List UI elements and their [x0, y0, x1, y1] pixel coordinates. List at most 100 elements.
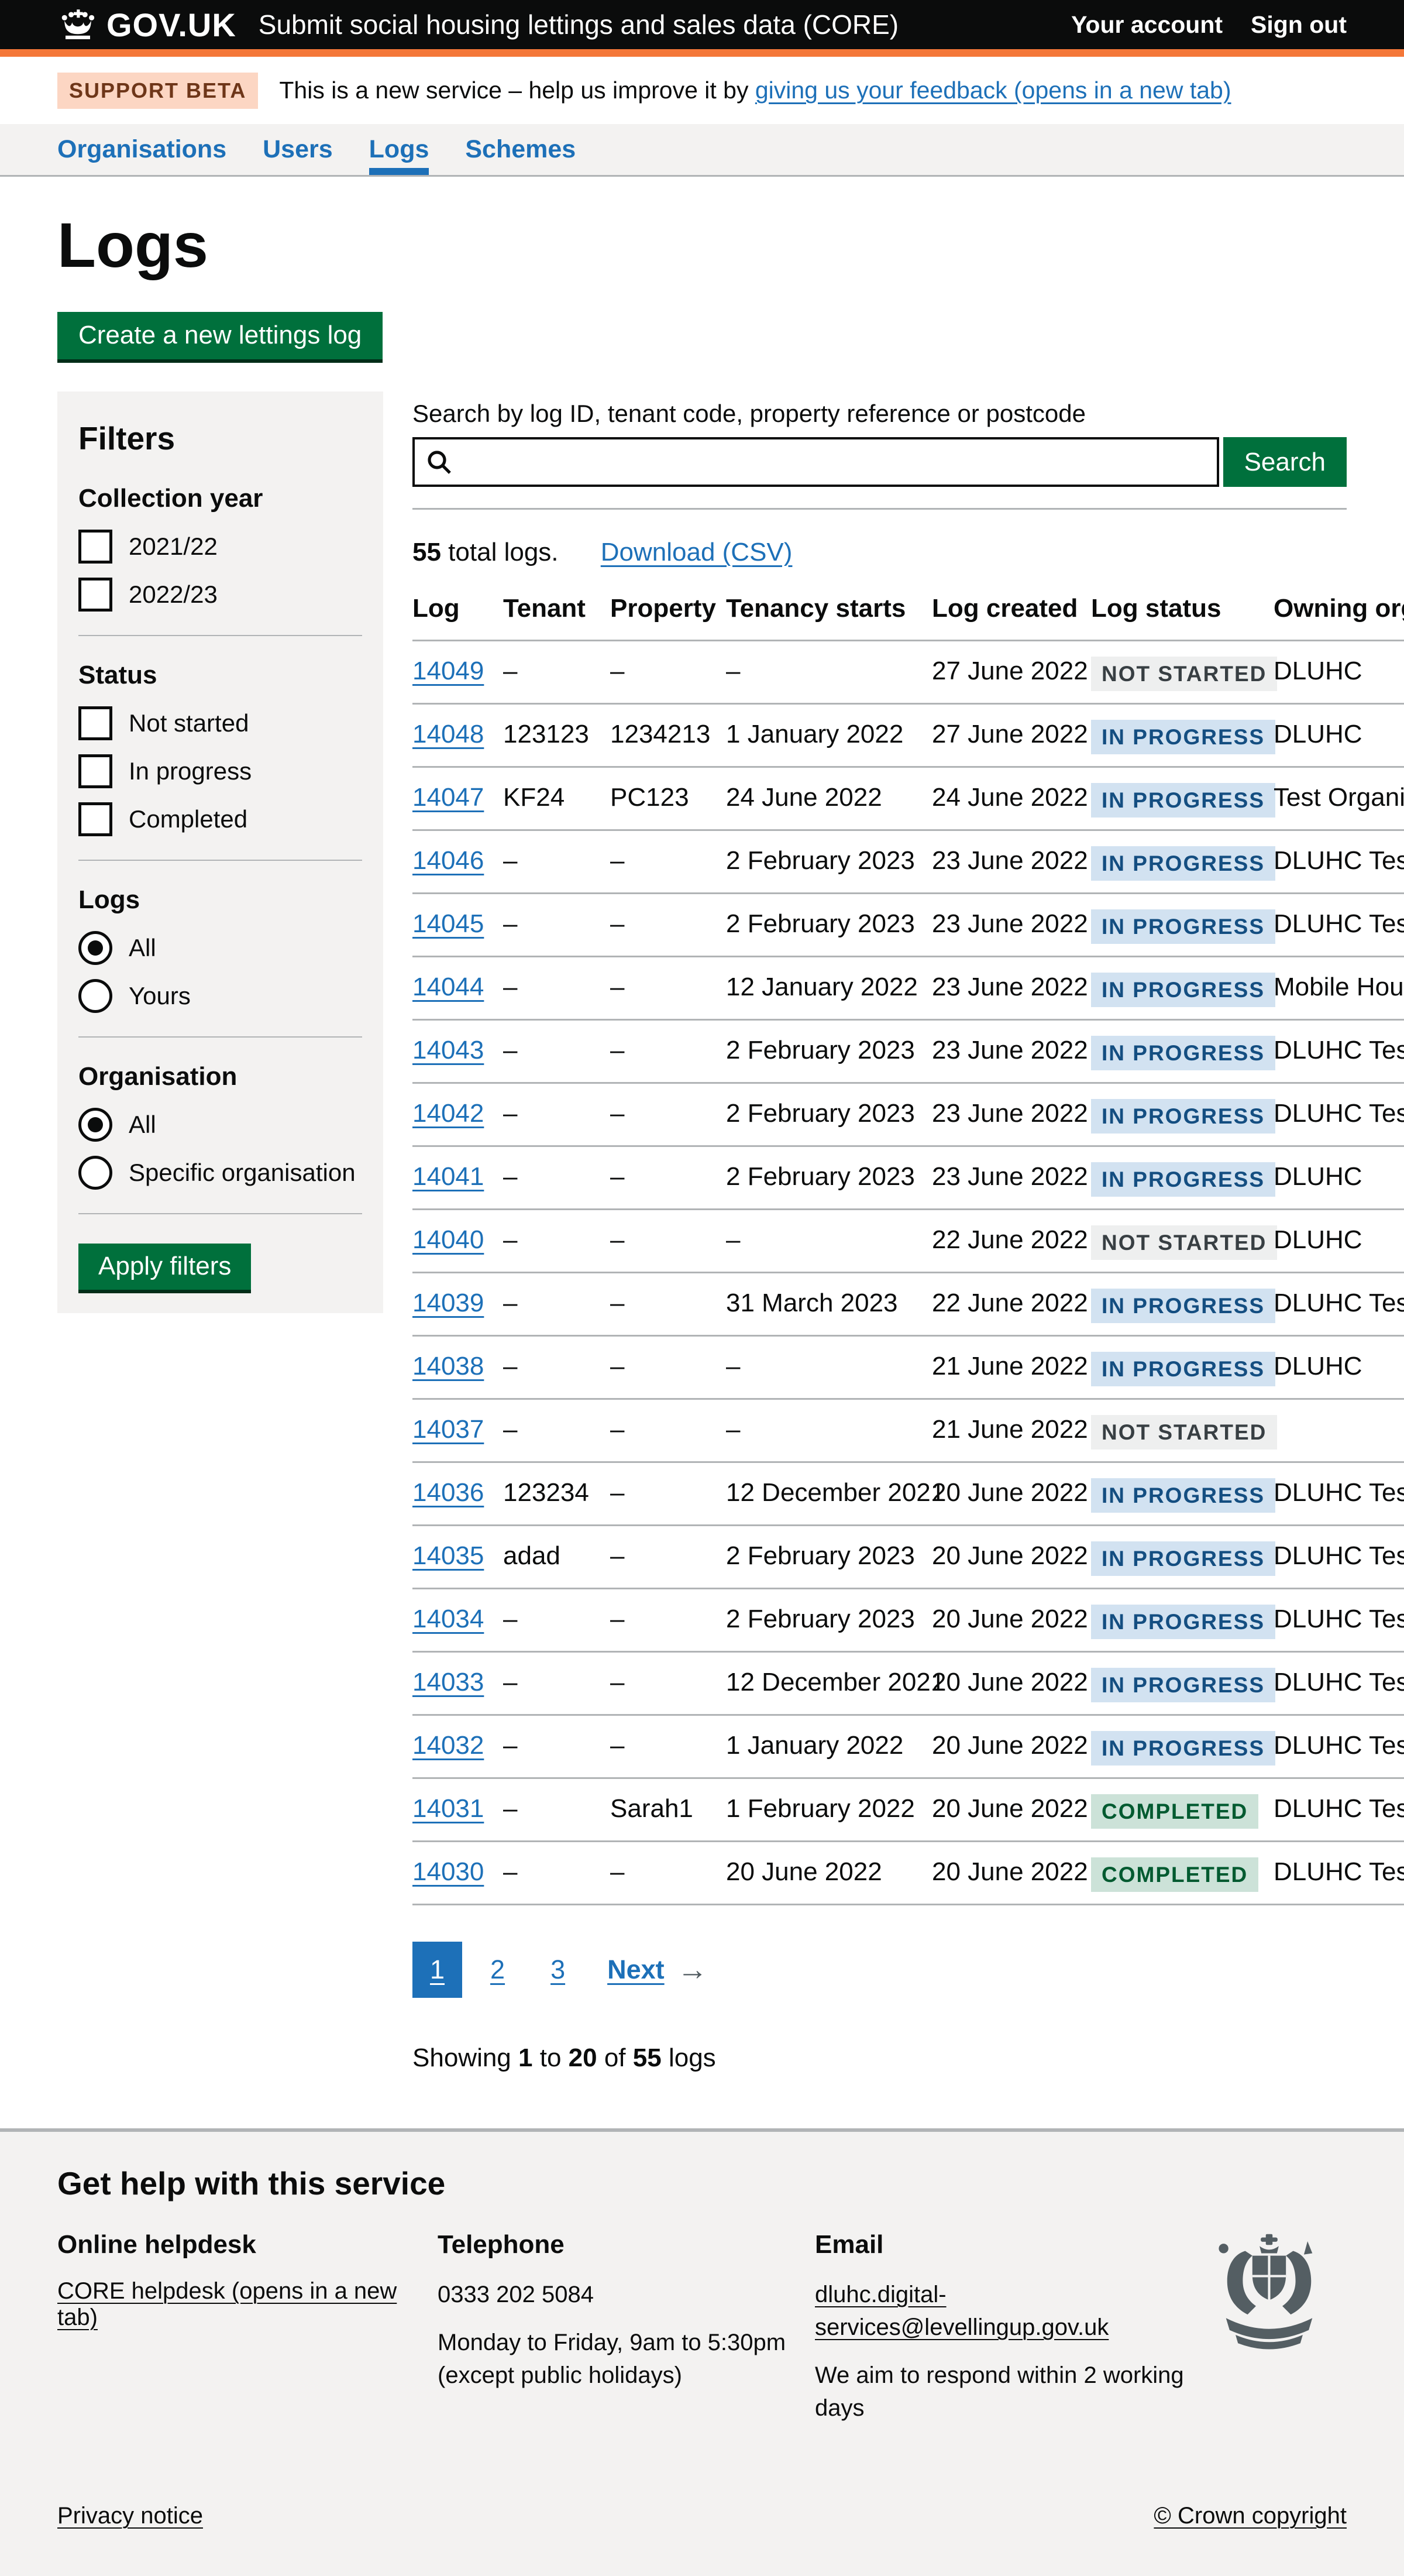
- table-row: 14030––20 June 202220 June 2022COMPLETED…: [412, 1842, 1404, 1905]
- cell-log_created: 20 June 2022: [932, 1652, 1091, 1715]
- status-badge: COMPLETED: [1091, 1794, 1258, 1829]
- cell-property: –: [610, 641, 726, 704]
- cell-log_created: 23 June 2022: [932, 894, 1091, 957]
- checkbox-label: In progress: [129, 757, 252, 785]
- sign-out-link[interactable]: Sign out: [1251, 11, 1347, 39]
- footer-heading: Get help with this service: [57, 2165, 1347, 2202]
- log-link[interactable]: 14045: [412, 909, 484, 938]
- your-account-link[interactable]: Your account: [1071, 11, 1223, 39]
- checkbox-not-started[interactable]: [78, 706, 112, 740]
- nav-item-users[interactable]: Users: [263, 124, 333, 175]
- filter-option-row: 2021/22: [78, 530, 362, 564]
- checkbox-2022-23[interactable]: [78, 578, 112, 612]
- content-row: Filters Collection year 2021/22 2022/23 …: [57, 391, 1404, 2073]
- checkbox-completed[interactable]: [78, 802, 112, 836]
- log-link[interactable]: 14036: [412, 1478, 484, 1507]
- cell-log_created: 20 June 2022: [932, 1715, 1091, 1778]
- govuk-logo-link[interactable]: GOV.UK: [57, 6, 236, 44]
- checkbox-2021-22[interactable]: [78, 530, 112, 564]
- log-link[interactable]: 14031: [412, 1794, 484, 1823]
- cell-log_created: 22 June 2022: [932, 1210, 1091, 1273]
- cell-owning-org: DLUHC Test: [1274, 1083, 1404, 1146]
- status-badge: IN PROGRESS: [1091, 1731, 1275, 1766]
- table-row: 14033––12 December 202120 June 2022IN PR…: [412, 1652, 1404, 1715]
- footer-columns: Online helpdesk CORE helpdesk (opens in …: [57, 2230, 1347, 2440]
- helpdesk-heading: Online helpdesk: [57, 2230, 438, 2259]
- log-link[interactable]: 14041: [412, 1162, 484, 1191]
- nav-item-logs[interactable]: Logs: [369, 124, 429, 175]
- checkbox-in-progress[interactable]: [78, 754, 112, 788]
- cell-property: Sarah1: [610, 1778, 726, 1842]
- total-logs-count: 55: [412, 538, 441, 566]
- log-link[interactable]: 14046: [412, 846, 484, 875]
- log-link[interactable]: 14033: [412, 1668, 484, 1696]
- cell-owning-org: Test Organisation: [1274, 767, 1404, 830]
- pagination-page-3[interactable]: 3: [533, 1942, 583, 1998]
- column-header-tenancy-starts: Tenancy starts: [726, 594, 932, 641]
- log-link[interactable]: 14042: [412, 1099, 484, 1128]
- log-link[interactable]: 14035: [412, 1541, 484, 1570]
- filter-option-row: All: [78, 1108, 362, 1142]
- radio-organisation-specific[interactable]: [78, 1156, 112, 1190]
- cell-tenancy_starts: 2 February 2023: [726, 1146, 932, 1210]
- pagination-page-2[interactable]: 2: [473, 1942, 522, 1998]
- cell-property: –: [610, 830, 726, 894]
- log-link[interactable]: 14040: [412, 1225, 484, 1254]
- log-link[interactable]: 14037: [412, 1415, 484, 1444]
- service-name[interactable]: Submit social housing lettings and sales…: [259, 9, 899, 40]
- cell-owning-org: DLUHC Test: [1274, 1526, 1404, 1589]
- radio-logs-yours[interactable]: [78, 979, 112, 1013]
- nav-item-schemes[interactable]: Schemes: [465, 124, 576, 175]
- download-csv-link[interactable]: Download (CSV): [601, 538, 793, 566]
- log-link[interactable]: 14034: [412, 1605, 484, 1633]
- cell-tenant: –: [503, 894, 610, 957]
- feedback-link[interactable]: giving us your feedback (opens in a new …: [755, 77, 1231, 104]
- cell-property: –: [610, 894, 726, 957]
- cell-tenant: –: [503, 1336, 610, 1399]
- log-link[interactable]: 14047: [412, 783, 484, 812]
- log-link[interactable]: 14043: [412, 1036, 484, 1064]
- cell-owning-org: Mobile Housing: [1274, 957, 1404, 1020]
- showing-to: 20: [569, 2043, 597, 2072]
- log-link[interactable]: 14032: [412, 1731, 484, 1760]
- log-link[interactable]: 14049: [412, 657, 484, 685]
- logs-table-body: 14049–––27 June 2022NOT STARTEDDLUHC1404…: [412, 641, 1404, 1905]
- cell-tenancy_starts: 31 March 2023: [726, 1273, 932, 1336]
- cell-log_created: 23 June 2022: [932, 1020, 1091, 1083]
- apply-filters-button[interactable]: Apply filters: [78, 1244, 251, 1290]
- log-link[interactable]: 14048: [412, 720, 484, 748]
- email-heading: Email: [815, 2230, 1224, 2259]
- cell-log_created: 20 June 2022: [932, 1842, 1091, 1905]
- cell-owning-org: DLUHC: [1274, 704, 1404, 767]
- filters-panel: Filters Collection year 2021/22 2022/23 …: [57, 391, 383, 1313]
- privacy-notice-link[interactable]: Privacy notice: [57, 2503, 203, 2529]
- log-link[interactable]: 14044: [412, 973, 484, 1001]
- cell-tenancy_starts: –: [726, 641, 932, 704]
- core-helpdesk-link[interactable]: CORE helpdesk (opens in a new tab): [57, 2278, 397, 2330]
- cell-tenant: –: [503, 957, 610, 1020]
- table-row: 14043––2 February 202323 June 2022IN PRO…: [412, 1020, 1404, 1083]
- pagination-page-1[interactable]: 1: [412, 1942, 462, 1998]
- radio-logs-all[interactable]: [78, 931, 112, 965]
- search-input[interactable]: [415, 439, 1217, 485]
- log-link[interactable]: 14039: [412, 1289, 484, 1317]
- pagination-next-link[interactable]: Next: [607, 1955, 665, 1985]
- log-link[interactable]: 14030: [412, 1857, 484, 1886]
- search-button[interactable]: Search: [1223, 437, 1347, 487]
- telephone-hours-line2: (except public holidays): [438, 2362, 682, 2388]
- page-title: Logs: [57, 214, 1404, 276]
- cell-tenant: –: [503, 1273, 610, 1336]
- radio-organisation-all[interactable]: [78, 1108, 112, 1142]
- create-lettings-log-button[interactable]: Create a new lettings log: [57, 312, 383, 359]
- log-link[interactable]: 14038: [412, 1352, 484, 1380]
- email-link[interactable]: dluhc.digital-services@levellingup.gov.u…: [815, 2282, 1109, 2340]
- crown-copyright-link[interactable]: © Crown copyright: [1154, 2503, 1347, 2529]
- govuk-logotype: GOV.UK: [106, 6, 236, 44]
- filter-legend-organisation: Organisation: [78, 1062, 362, 1091]
- results-meta: 55 total logs. Download (CSV): [412, 538, 1404, 567]
- footer-email-column: Email dluhc.digital-services@levellingup…: [815, 2230, 1224, 2440]
- cell-tenant: –: [503, 1210, 610, 1273]
- filter-option-row: Completed: [78, 802, 362, 836]
- nav-item-organisations[interactable]: Organisations: [57, 124, 226, 175]
- cell-log_created: 23 June 2022: [932, 957, 1091, 1020]
